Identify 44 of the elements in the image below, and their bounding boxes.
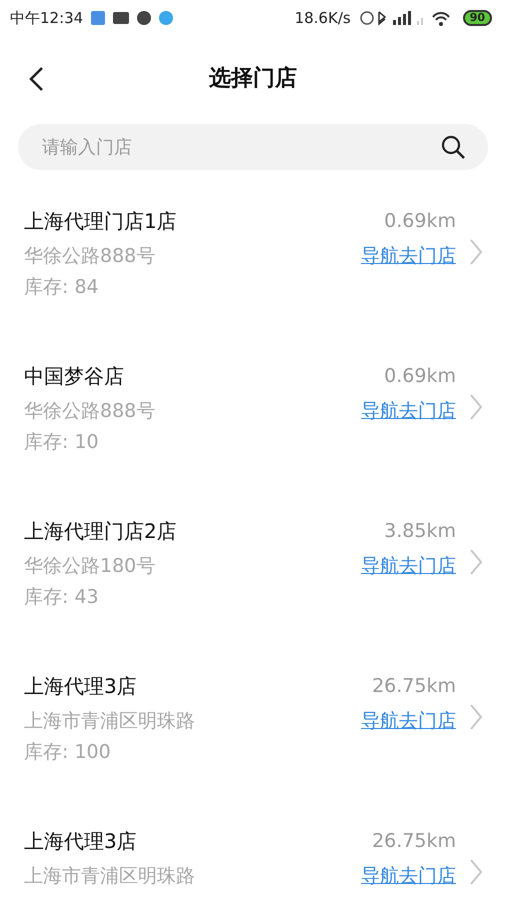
store-distance: 26.75km <box>371 675 456 697</box>
store-item[interactable]: 中国梦谷店 0.69km 华徐公路888号 导航去门店 库存: 10 <box>0 357 506 512</box>
store-name: 中国梦谷店 <box>24 362 125 390</box>
store-stock: 库存: 100 <box>24 740 112 765</box>
navigate-link[interactable]: 导航去门店 <box>361 398 456 424</box>
app-icon <box>159 11 174 25</box>
chevron-icon <box>469 393 483 421</box>
navigate-link[interactable]: 导航去门店 <box>361 243 456 269</box>
store-stock: 库存: 43 <box>24 585 100 610</box>
search-input[interactable]: 请输入门店 <box>40 136 440 158</box>
store-item[interactable]: 上海代理门店1店 0.69km 华徐公路888号 导航去门店 库存: 84 <box>0 202 506 357</box>
store-name: 上海代理3店 <box>24 672 138 700</box>
chevron-icon <box>469 703 483 731</box>
chevron-icon <box>469 238 483 266</box>
store-item[interactable]: 上海代理3店 26.75km 上海市青浦区明珠路 导航去门店 <box>0 822 506 900</box>
store-address: 华徐公路888号 <box>24 244 156 269</box>
store-address: 上海市青浦区明珠路 <box>24 709 196 734</box>
store-stock: 库存: 84 <box>24 275 100 300</box>
store-address: 华徐公路888号 <box>24 399 156 424</box>
store-name: 上海代理门店2店 <box>24 518 178 544</box>
network-speed: 18.6K/s <box>294 9 351 27</box>
navigate-link[interactable]: 导航去门店 <box>361 708 456 734</box>
store-item[interactable]: 上海代理3店 26.75km 上海市青浦区明珠路 导航去门店 库存: 100 <box>0 667 506 822</box>
battery-indicator: 90 <box>462 10 492 26</box>
store-distance: 3.85km <box>383 520 456 542</box>
store-item[interactable]: 上海代理门店2店 3.85km 华徐公路180号 导航去门店 库存: 43 <box>0 512 506 667</box>
store-address: 华徐公路180号 <box>24 554 156 579</box>
chevron-icon <box>469 858 483 886</box>
search-icon <box>440 134 466 160</box>
page-title: 选择门店 <box>209 64 297 93</box>
status-time: 中午12:34 <box>10 8 84 28</box>
store-distance: 0.69km <box>383 210 456 232</box>
store-distance: 0.69km <box>383 365 456 387</box>
store-address: 上海市青浦区明珠路 <box>24 864 196 889</box>
store-distance: 26.75km <box>371 830 456 852</box>
app-icon <box>91 11 106 25</box>
navigate-link[interactable]: 导航去门店 <box>361 863 456 889</box>
search-field[interactable]: 请输入门店 <box>18 124 488 170</box>
navigate-link[interactable]: 导航去门店 <box>361 553 456 579</box>
chevron-icon <box>469 548 483 576</box>
store-name: 上海代理门店1店 <box>24 208 178 234</box>
store-name: 上海代理3店 <box>24 828 138 854</box>
back-icon <box>28 66 44 92</box>
store-stock: 库存: 10 <box>24 430 100 455</box>
